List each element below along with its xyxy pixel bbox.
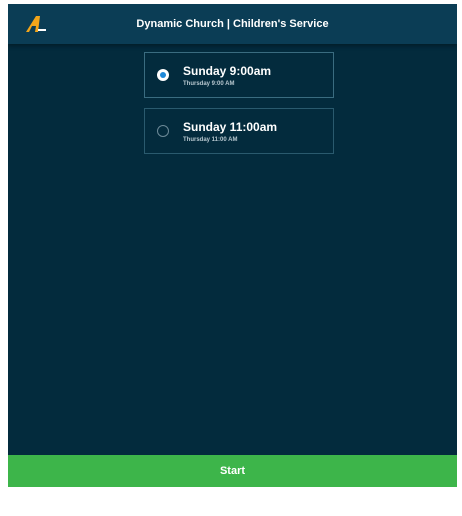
- service-name: Sunday 9:00am: [183, 64, 272, 78]
- service-subtitle: Thursday 9:00 AM: [183, 81, 235, 87]
- service-subtitle: Thursday 11:00 AM: [183, 137, 238, 143]
- header-bar: Dynamic Church | Children's Service: [8, 4, 457, 44]
- radio-selected-icon[interactable]: [157, 69, 169, 81]
- service-option-sunday-9am[interactable]: Sunday 9:00am Thursday 9:00 AM: [144, 52, 334, 98]
- app-window: Dynamic Church | Children's Service Sund…: [8, 4, 457, 487]
- service-option-sunday-11am[interactable]: Sunday 11:00am Thursday 11:00 AM: [144, 108, 334, 154]
- start-button[interactable]: Start: [8, 455, 457, 487]
- service-name: Sunday 11:00am: [183, 120, 278, 134]
- page-title: Dynamic Church | Children's Service: [136, 18, 329, 30]
- radio-unselected-icon[interactable]: [157, 125, 169, 137]
